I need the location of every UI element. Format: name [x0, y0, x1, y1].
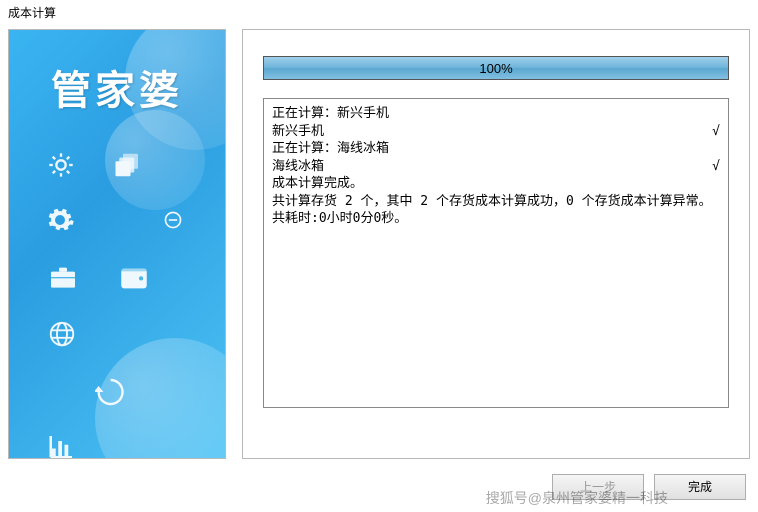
log-line: 正在计算：新兴手机 [272, 105, 720, 123]
sidebar-panel: 管家婆 [8, 29, 226, 459]
prev-button[interactable]: 上一步 [552, 474, 644, 500]
progress-label: 100% [264, 57, 728, 79]
progress-bar: 100% [263, 56, 729, 80]
content-area: 管家婆 [0, 29, 758, 459]
icon-grid [47, 150, 207, 459]
button-bar: 上一步 完成 [552, 474, 746, 500]
minus-circle-icon [163, 210, 183, 233]
undo-arrow-icon [95, 374, 127, 409]
briefcase-icon [47, 261, 79, 296]
sun-icon [47, 151, 75, 182]
finish-button[interactable]: 完成 [654, 474, 746, 500]
layers-icon [113, 150, 143, 183]
brand-title: 管家婆 [9, 58, 225, 116]
log-line: 正在计算：海线冰箱 [272, 140, 720, 158]
log-line: 海线冰箱√ [272, 158, 720, 176]
gear-icon [45, 205, 75, 238]
globe-icon [47, 319, 77, 352]
main-panel: 100% 正在计算：新兴手机 新兴手机√ 正在计算：海线冰箱 海线冰箱√ 成本计… [242, 29, 750, 459]
window-title: 成本计算 [0, 0, 758, 29]
log-output: 正在计算：新兴手机 新兴手机√ 正在计算：海线冰箱 海线冰箱√ 成本计算完成。 … [263, 98, 729, 408]
log-line: 新兴手机√ [272, 123, 720, 141]
wallet-icon [117, 260, 151, 297]
bar-chart-icon [47, 431, 77, 459]
log-summary: 成本计算完成。 共计算存货 2 个，其中 2 个存货成本计算成功，0 个存货成本… [272, 175, 720, 228]
